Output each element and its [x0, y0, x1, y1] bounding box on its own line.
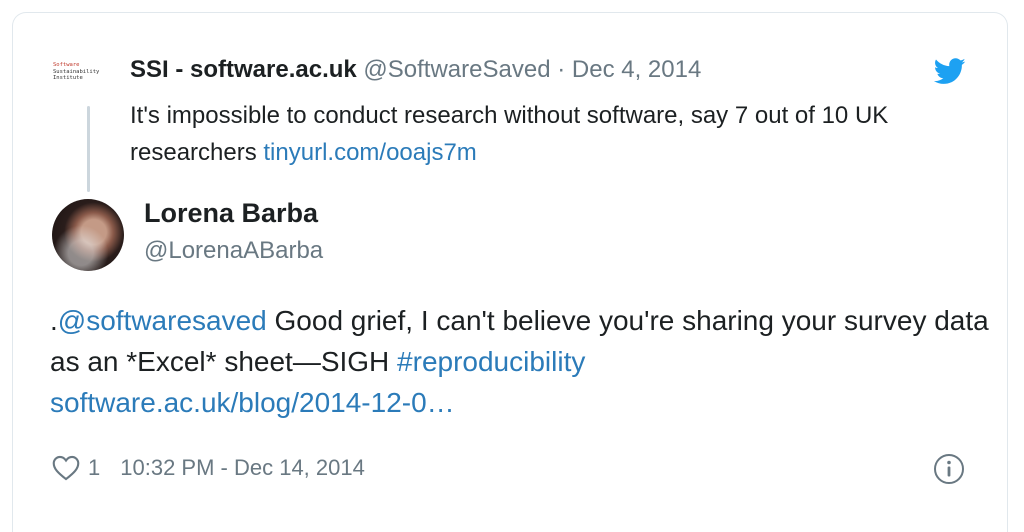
- quoted-author-name[interactable]: SSI - software.ac.uk: [130, 56, 357, 83]
- tweet-text: .@softwaresaved Good grief, I can't beli…: [50, 300, 990, 423]
- quoted-tweet-text: It's impossible to conduct research with…: [130, 97, 980, 171]
- hashtag-link[interactable]: #reproducibility: [397, 346, 585, 377]
- info-icon[interactable]: [932, 452, 966, 486]
- blog-link[interactable]: software.ac.uk/blog/2014-12-0…: [50, 387, 455, 418]
- tweet-timestamp[interactable]: 10:32 PM - Dec 14, 2014: [120, 455, 365, 481]
- author-name[interactable]: Lorena Barba: [144, 198, 318, 229]
- author-handle[interactable]: @LorenaABarba: [144, 237, 323, 265]
- twitter-bird-icon[interactable]: [934, 58, 966, 85]
- tweet-text-prefix: .: [50, 305, 58, 336]
- heart-icon[interactable]: [52, 455, 80, 481]
- quoted-tweet-date[interactable]: Dec 4, 2014: [572, 56, 701, 83]
- quoted-author-handle[interactable]: @SoftwareSaved: [363, 56, 550, 83]
- thread-connector-line: [87, 106, 90, 192]
- ssi-logo[interactable]: Software Sustainability Institute: [53, 62, 103, 88]
- quoted-tweet-header: SSI - software.ac.uk @SoftwareSaved · De…: [130, 56, 701, 84]
- mention-link[interactable]: @softwaresaved: [58, 305, 267, 336]
- quoted-tweet-link[interactable]: tinyurl.com/ooajs7m: [263, 139, 476, 166]
- tweet-footer: 1 10:32 PM - Dec 14, 2014: [52, 452, 365, 484]
- meta-separator: ·: [557, 56, 566, 83]
- quoted-tweet-body: It's impossible to conduct research with…: [130, 102, 889, 166]
- logo-line: Institute: [53, 75, 83, 81]
- avatar[interactable]: [52, 199, 124, 271]
- like-count: 1: [88, 455, 101, 480]
